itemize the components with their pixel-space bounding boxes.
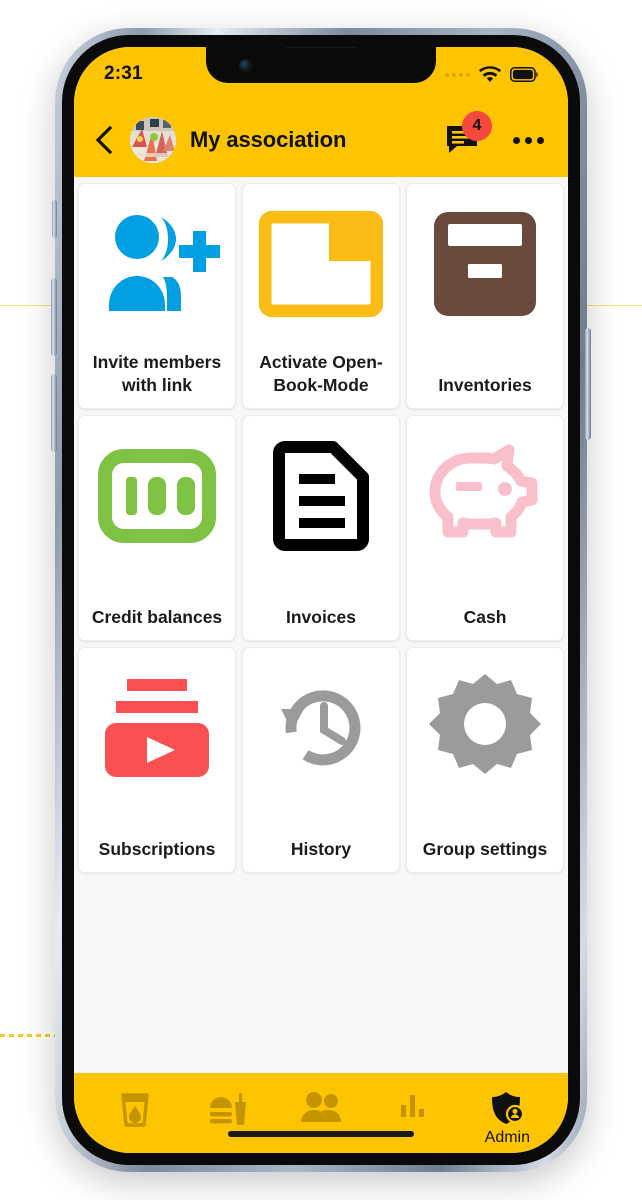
volume-down-button[interactable] bbox=[51, 374, 57, 452]
feature-grid: Invite members with link Activate Open-B… bbox=[74, 177, 568, 873]
hundred-credit-icon bbox=[98, 449, 216, 543]
people-icon bbox=[300, 1092, 341, 1122]
tile-label: Invoices bbox=[285, 606, 357, 627]
phone-frame: 2:31 My association 4 Invite members wit… bbox=[51, 28, 591, 1172]
tile-label: Subscriptions bbox=[98, 838, 216, 859]
chat-button[interactable]: 4 bbox=[445, 111, 492, 157]
nav-item-admin[interactable]: Admin bbox=[463, 1091, 551, 1147]
tile-inventories[interactable]: Inventories bbox=[406, 183, 564, 409]
tile-invite-members[interactable]: Invite members with link bbox=[78, 183, 236, 409]
nav-label: Admin bbox=[484, 1129, 531, 1146]
tile-label: Credit balances bbox=[91, 606, 223, 627]
tile-history[interactable]: History bbox=[242, 647, 400, 873]
tile-subscriptions[interactable]: Subscriptions bbox=[78, 647, 236, 873]
folder-icon bbox=[259, 211, 383, 317]
chat-badge: 4 bbox=[462, 111, 492, 141]
bar-chart-icon bbox=[401, 1095, 425, 1117]
fast-food-icon bbox=[209, 1093, 246, 1125]
nav-item-food[interactable] bbox=[184, 1091, 272, 1131]
subscriptions-icon bbox=[105, 679, 209, 777]
signal-dots-icon bbox=[445, 72, 470, 77]
main-content: Invite members with link Activate Open-B… bbox=[74, 177, 568, 1073]
status-clock: 2:31 bbox=[104, 63, 143, 84]
phone-screen: 2:31 My association 4 Invite members wit… bbox=[74, 47, 568, 1153]
more-options-icon bbox=[513, 136, 520, 144]
avatar[interactable] bbox=[130, 117, 176, 163]
shield-admin-icon bbox=[492, 1092, 525, 1124]
tile-label: Cash bbox=[463, 606, 507, 627]
tile-credit-balances[interactable]: Credit balances bbox=[78, 415, 236, 641]
front-camera-icon bbox=[240, 60, 251, 71]
piggy-bank-icon bbox=[429, 444, 538, 538]
group-photo-avatar bbox=[130, 117, 176, 163]
app-bar: My association 4 bbox=[74, 103, 568, 177]
tile-label: Group settings bbox=[422, 838, 548, 859]
gear-icon bbox=[429, 674, 541, 774]
tile-label: Activate Open-Book-Mode bbox=[259, 352, 383, 395]
phone-notch bbox=[206, 47, 436, 83]
status-indicators bbox=[445, 66, 538, 83]
power-button[interactable] bbox=[585, 328, 591, 440]
mute-switch-button[interactable] bbox=[52, 200, 57, 238]
document-icon bbox=[273, 441, 369, 551]
tile-label: Invite members with link bbox=[92, 352, 222, 395]
history-clock-icon bbox=[281, 690, 361, 766]
wifi-icon bbox=[479, 66, 501, 83]
tile-group-settings[interactable]: Group settings bbox=[406, 647, 564, 873]
volume-up-button[interactable] bbox=[51, 278, 57, 356]
nav-item-statistics[interactable] bbox=[370, 1091, 458, 1123]
phone-bezel: 2:31 My association 4 Invite members wit… bbox=[62, 35, 580, 1165]
more-options-button[interactable] bbox=[509, 133, 548, 148]
nav-item-members[interactable] bbox=[277, 1091, 365, 1127]
person-add-icon bbox=[109, 215, 220, 311]
home-indicator[interactable] bbox=[228, 1131, 414, 1137]
nav-item-drinks[interactable] bbox=[91, 1091, 179, 1131]
inventory-box-icon bbox=[434, 212, 536, 316]
tile-label: Inventories bbox=[438, 374, 532, 395]
battery-full-icon bbox=[510, 67, 538, 82]
bottom-navigation: Admin bbox=[74, 1073, 568, 1153]
drink-glass-icon bbox=[120, 1093, 149, 1127]
page-title: My association bbox=[190, 127, 347, 152]
tile-open-book-mode[interactable]: Activate Open-Book-Mode bbox=[242, 183, 400, 409]
earpiece-speaker bbox=[284, 47, 358, 48]
back-button[interactable] bbox=[90, 126, 118, 154]
tile-label: History bbox=[290, 838, 352, 859]
tile-invoices[interactable]: Invoices bbox=[242, 415, 400, 641]
back-chevron-icon bbox=[95, 126, 113, 154]
tile-cash[interactable]: Cash bbox=[406, 415, 564, 641]
